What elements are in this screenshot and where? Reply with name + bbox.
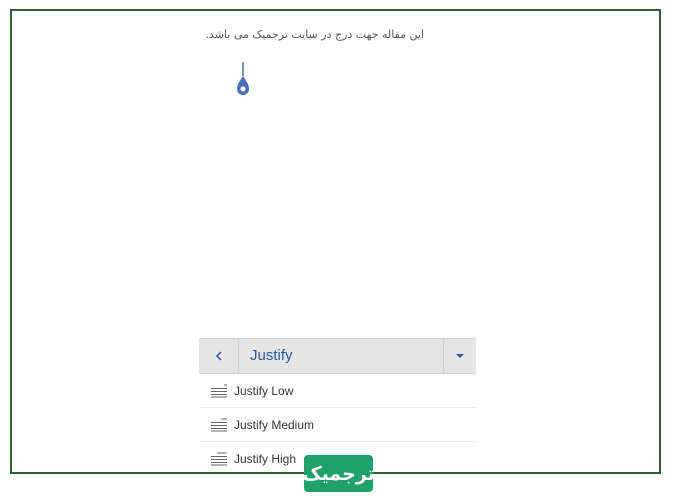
menu-item-justify-medium[interactable]: Justify Medium: [199, 408, 476, 442]
justify-lines-icon: [211, 452, 227, 465]
document-frame: این مقاله جهت درج در سایت ترجمیک می باشد…: [10, 9, 661, 474]
panel-header: Justify: [199, 338, 476, 374]
back-button[interactable]: [199, 339, 239, 373]
text-cursor-handle-icon[interactable]: [235, 62, 251, 102]
dropdown-button[interactable]: [443, 339, 476, 373]
chevron-left-icon: [215, 351, 222, 361]
menu-item-label: Justify Medium: [234, 417, 315, 432]
panel-title: Justify: [250, 347, 293, 364]
justify-lines-icon: [211, 418, 227, 431]
watermark-logo: ترجمیک: [302, 455, 375, 492]
menu-item-label: Justify High: [234, 451, 297, 466]
menu-item-justify-low[interactable]: Justify Low: [199, 374, 476, 408]
justify-options-panel: Justify Justify Low Justify Medium Justi…: [199, 338, 476, 472]
document-body-text[interactable]: این مقاله جهت درج در سایت ترجمیک می باشد…: [162, 28, 424, 41]
caret-down-icon: [456, 354, 464, 358]
justify-lines-icon: [211, 384, 227, 397]
menu-item-label: Justify Low: [234, 383, 294, 398]
